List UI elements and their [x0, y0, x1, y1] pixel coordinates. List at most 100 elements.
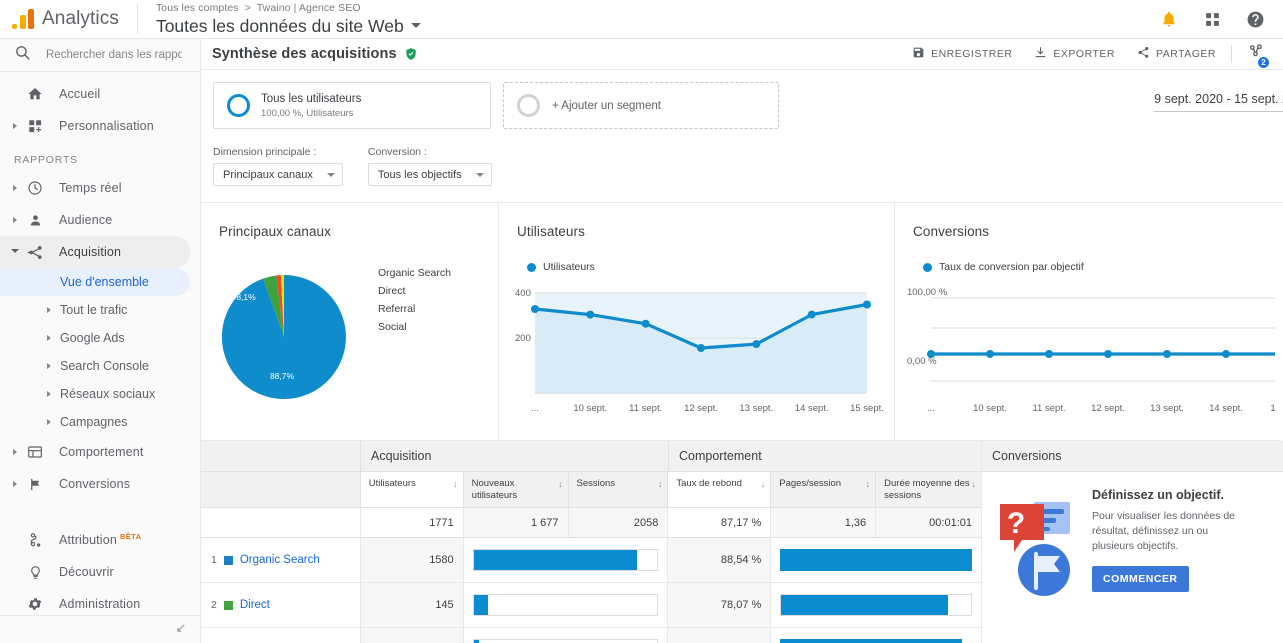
- date-range-picker[interactable]: 9 sept. 2020 - 15 sept. 2: [1154, 92, 1283, 112]
- expand-arrow-icon[interactable]: [7, 123, 23, 129]
- total-taux-de-rebond: 87,17 %: [668, 508, 772, 537]
- add-segment-button[interactable]: + Ajouter un segment: [503, 82, 779, 129]
- sort-desc-icon[interactable]: ↓: [558, 478, 563, 490]
- beta-badge: BÊTA: [119, 532, 142, 542]
- pie-chart[interactable]: 88,7% 8,1%: [219, 265, 349, 410]
- save-button[interactable]: ENREGISTRER: [901, 46, 1023, 62]
- primary-dimension-select[interactable]: Principaux canaux: [213, 163, 343, 186]
- search-input[interactable]: [44, 48, 184, 62]
- row-taux-de-rebond: 88,54 %: [668, 538, 772, 582]
- legend-label: Direct: [378, 285, 406, 297]
- legend-item-direct[interactable]: Direct: [371, 285, 451, 297]
- sidebar-item-campagnes[interactable]: Campagnes: [0, 408, 200, 436]
- table-row[interactable]: 1 Organic Search 1580 88,54 %: [201, 538, 982, 583]
- expand-arrow-icon[interactable]: [7, 449, 23, 455]
- segment-all-users[interactable]: Tous les utilisateurs 100,00 %, Utilisat…: [213, 82, 491, 129]
- expand-arrow-icon[interactable]: [7, 217, 23, 223]
- conversions-line-chart[interactable]: 100,00 % 0,00 % ... 10 sept. 11 sept. 12…: [903, 283, 1275, 423]
- behavior-icon: [23, 444, 47, 460]
- bell-icon[interactable]: [1157, 7, 1181, 31]
- row-taux-de-rebond: [668, 628, 772, 643]
- sort-desc-icon[interactable]: ↓: [453, 478, 458, 490]
- row-users-bar-cell: [463, 583, 669, 627]
- expand-arrow-icon[interactable]: [7, 481, 23, 487]
- flag-icon: [23, 477, 47, 492]
- channel-swatch-icon: [223, 555, 233, 565]
- legend-item-referral[interactable]: Referral: [371, 303, 451, 315]
- users-line-chart[interactable]: 400 200 ... 10 sept. 11 sept. 12 sept. 1…: [507, 283, 887, 423]
- sort-desc-icon[interactable]: ↓: [866, 478, 871, 490]
- header-cell-nouveaux-utilisateurs[interactable]: Nouveaux utilisateurs ↓: [464, 472, 569, 507]
- page-title[interactable]: Toutes les données du site Web: [156, 15, 421, 37]
- sidebar-item-search-console[interactable]: Search Console: [0, 352, 200, 380]
- row-rank: 2: [211, 599, 217, 611]
- conversion-select[interactable]: Tous les objectifs: [367, 163, 492, 186]
- breadcrumb-property[interactable]: Twaino | Agence SEO: [257, 2, 361, 14]
- table-row[interactable]: 3: [201, 628, 982, 643]
- header-cell-duree-moyenne[interactable]: Durée moyenne des sessions ↓: [876, 472, 981, 507]
- expand-arrow-icon[interactable]: [7, 185, 23, 191]
- sidebar-item-vue-densemble[interactable]: Vue d'ensemble: [0, 268, 190, 296]
- start-button[interactable]: COMMENCER: [1092, 566, 1189, 592]
- sidebar-item-label: Conversions: [59, 477, 131, 491]
- breadcrumb-account[interactable]: Tous les comptes: [156, 2, 239, 14]
- legend-item-social[interactable]: Social: [371, 321, 451, 333]
- sidebar-item-decouvrir[interactable]: Découvrir: [0, 556, 200, 588]
- save-label: ENREGISTRER: [931, 48, 1013, 60]
- sort-desc-icon[interactable]: ↓: [658, 478, 663, 490]
- sidebar-subitem-label: Google Ads: [60, 331, 125, 345]
- pie-chart-wrap: 88,7% 8,1% Organic Search Direct Referra…: [219, 265, 451, 410]
- export-button[interactable]: EXPORTER: [1023, 46, 1126, 62]
- intelligence-button[interactable]: 2: [1236, 42, 1271, 68]
- sidebar-item-audience[interactable]: Audience: [0, 204, 200, 236]
- table-row[interactable]: 2 Direct 145 78,07 %: [201, 583, 982, 628]
- legend-item-conversion-rate[interactable]: Taux de conversion par objectif: [923, 261, 1084, 273]
- report-title: Synthèse des acquisitions: [212, 46, 397, 62]
- sidebar-item-label: Découvrir: [59, 565, 114, 579]
- legend-item-users[interactable]: Utilisateurs: [527, 261, 595, 273]
- share-button[interactable]: PARTAGER: [1126, 46, 1227, 62]
- sidebar-item-accueil[interactable]: Accueil: [0, 78, 200, 110]
- collapse-sidebar-icon[interactable]: [173, 623, 186, 639]
- sidebar-item-google-ads[interactable]: Google Ads: [0, 324, 200, 352]
- header-cell-utilisateurs[interactable]: Utilisateurs ↓: [360, 472, 464, 507]
- export-label: EXPORTER: [1053, 48, 1115, 60]
- sidebar-item-label: Comportement: [59, 445, 144, 459]
- sidebar-item-conversions[interactable]: Conversions: [0, 468, 200, 500]
- channel-link[interactable]: Organic Search: [240, 554, 320, 566]
- sidebar-subitem-label: Tout le trafic: [60, 303, 128, 317]
- sidebar-item-comportement[interactable]: Comportement: [0, 436, 200, 468]
- header-label: Durée moyenne des sessions: [884, 478, 970, 501]
- download-icon: [1034, 46, 1047, 62]
- sidebar-item-attribution[interactable]: Attribution BÊTA: [0, 524, 200, 556]
- sidebar-item-personnalisation[interactable]: Personnalisation: [0, 110, 200, 142]
- account-selector[interactable]: Tous les comptes > Twaino | Agence SEO T…: [138, 2, 421, 37]
- add-segment-label: + Ajouter un segment: [552, 99, 662, 112]
- header-cell-pages-session[interactable]: Pages/session ↓: [771, 472, 877, 507]
- sidebar-item-reseaux-sociaux[interactable]: Réseaux sociaux: [0, 380, 200, 408]
- sidebar-search[interactable]: [0, 39, 200, 72]
- sort-desc-icon[interactable]: ↓: [971, 478, 976, 490]
- legend-item-organic[interactable]: Organic Search: [371, 267, 451, 279]
- collapse-arrow-icon[interactable]: [7, 248, 23, 256]
- sort-desc-icon[interactable]: ↓: [761, 478, 766, 490]
- row-bounce-bar-cell: [771, 628, 982, 643]
- row-bounce-bar-cell: [771, 538, 982, 582]
- sidebar-item-acquisition[interactable]: Acquisition: [0, 236, 190, 268]
- conversions-promo-panel: Conversions ? Définissez un objectif. Po…: [982, 441, 1283, 643]
- channel-link[interactable]: Direct: [240, 599, 270, 611]
- chevron-right-icon: [47, 391, 51, 397]
- sidebar-footer: [0, 615, 200, 643]
- sidebar-item-tout-le-trafic[interactable]: Tout le trafic: [0, 296, 200, 324]
- share-label: PARTAGER: [1155, 48, 1216, 60]
- header-cell-taux-de-rebond[interactable]: Taux de rebond ↓: [668, 472, 772, 507]
- analytics-logo-icon: [0, 9, 34, 29]
- row-utilisateurs: [360, 628, 464, 643]
- sidebar-subitem-label: Search Console: [60, 359, 149, 373]
- help-icon[interactable]: [1243, 7, 1267, 31]
- sidebar-item-temps-reel[interactable]: Temps réel: [0, 172, 200, 204]
- header-cell-sessions[interactable]: Sessions ↓: [569, 472, 669, 507]
- apps-grid-icon[interactable]: [1200, 7, 1224, 31]
- primary-dimension-control: Dimension principale : Principaux canaux: [213, 146, 343, 186]
- customization-icon: [23, 119, 47, 134]
